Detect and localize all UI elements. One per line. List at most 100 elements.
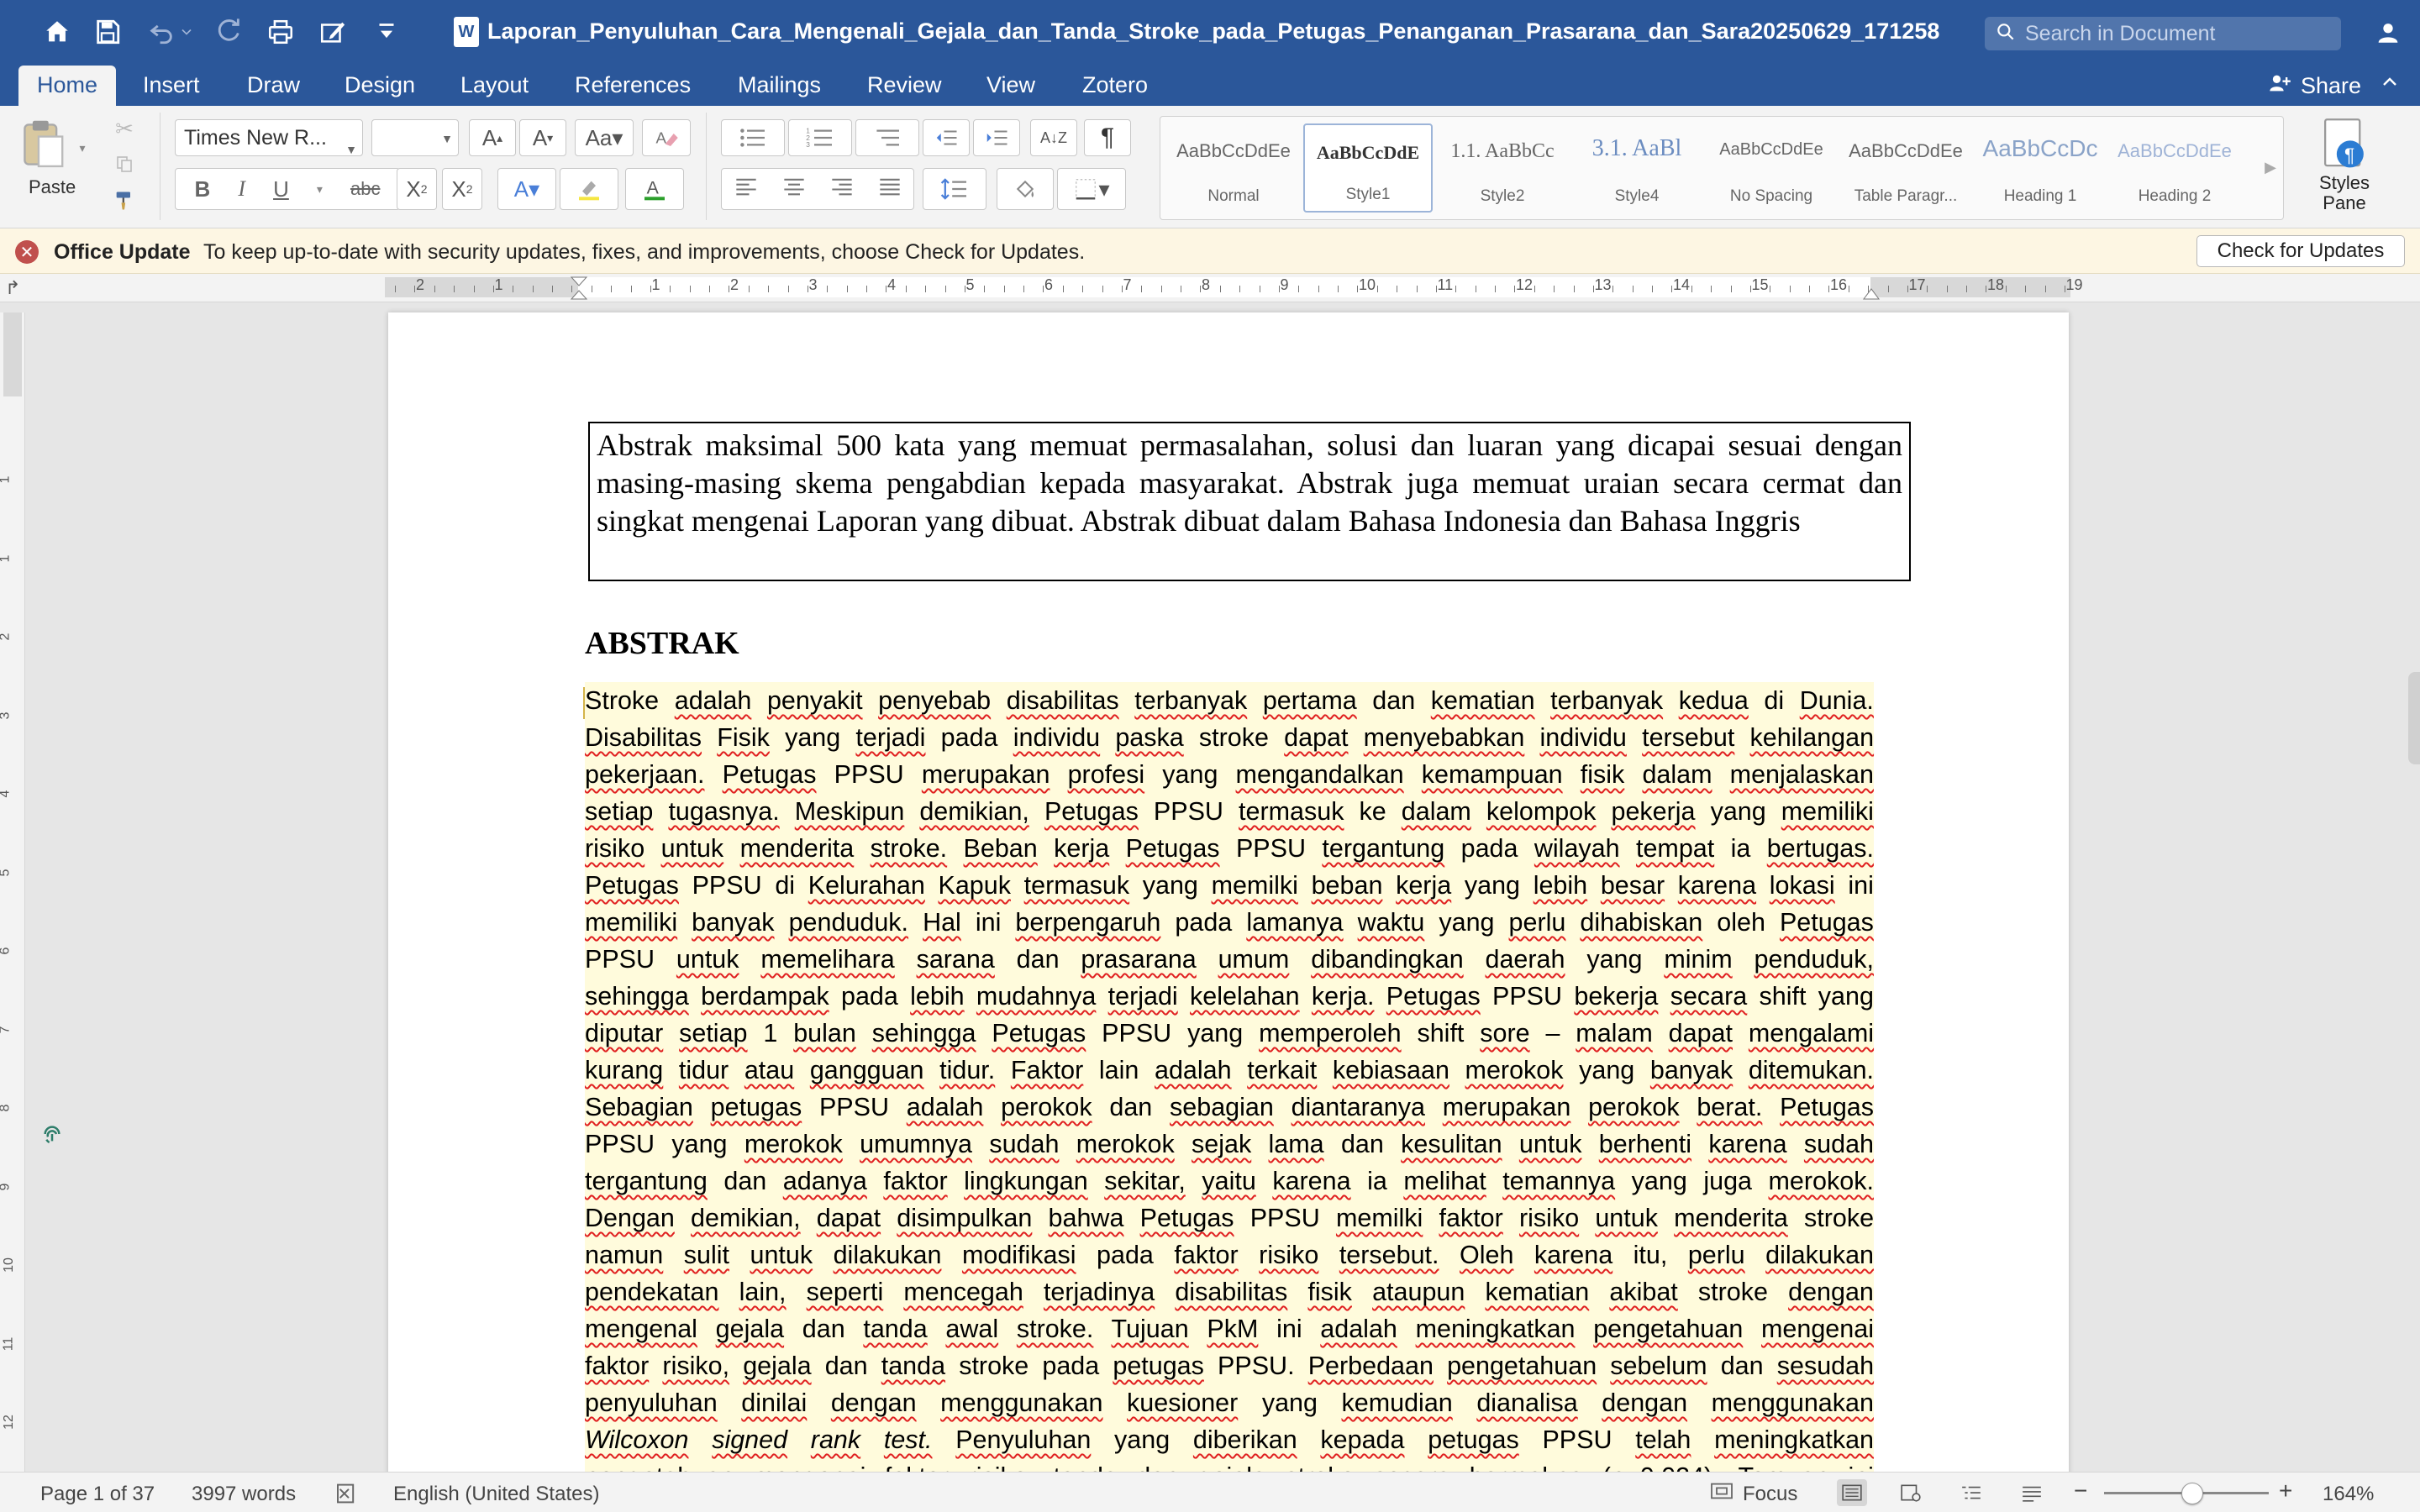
underline-dropdown-icon[interactable]: ▾	[317, 182, 323, 197]
abstract-line[interactable]: PPSU yang merokok umumnya sudah merokok …	[585, 1126, 1874, 1163]
search-input[interactable]	[2025, 21, 2328, 46]
zoom-out-icon[interactable]: −	[2074, 1478, 2087, 1504]
decrease-font-size-icon[interactable]: A ▾	[519, 119, 566, 156]
side-panel-handle[interactable]	[2408, 672, 2420, 764]
align-right-icon[interactable]	[830, 176, 854, 202]
superscript-icon[interactable]: X2	[442, 168, 482, 210]
tab-layout[interactable]: Layout	[442, 66, 547, 106]
print-icon[interactable]	[264, 15, 297, 49]
edit-document-icon[interactable]	[316, 15, 350, 49]
abstract-line[interactable]: setiap tugasnya. Meskipun demikian, Petu…	[585, 793, 1874, 830]
tab-insert[interactable]: Insert	[124, 66, 218, 106]
abstract-line[interactable]: Wilcoxon signed rank test. Penyuluhan ya…	[585, 1421, 1874, 1458]
abstract-line[interactable]: Petugas PPSU di Kelurahan Kapuk termasuk…	[585, 867, 1874, 904]
check-for-updates-button[interactable]: Check for Updates	[2196, 235, 2405, 267]
font-size-select[interactable]: ▼	[371, 119, 459, 156]
bold-icon[interactable]: B	[195, 176, 211, 202]
subscript-icon[interactable]: X2	[397, 168, 437, 210]
italic-icon[interactable]: I	[238, 176, 245, 202]
abstract-line[interactable]: PPSU untuk memelihara sarana dan prasara…	[585, 941, 1874, 978]
abstract-line[interactable]: penyuluhan dinilai dengan menggunakan ku…	[585, 1384, 1874, 1421]
style-table-paragraph[interactable]: AaBbCcDdEe Table Paragr...	[1841, 123, 1970, 213]
abstract-heading[interactable]: ABSTRAK	[585, 625, 739, 662]
abstract-line[interactable]: pengetahuan mengenai faktor risiko, tand…	[585, 1458, 1874, 1472]
tab-review[interactable]: Review	[849, 66, 960, 106]
web-layout-view-icon[interactable]	[1896, 1479, 1926, 1506]
gallery-more-icon[interactable]: ▶	[2265, 159, 2276, 176]
increase-indent-icon[interactable]	[973, 119, 1020, 156]
abstract-line[interactable]: risiko untuk menderita stroke. Beban ker…	[585, 830, 1874, 867]
shading-icon[interactable]	[997, 168, 1054, 210]
focus-button[interactable]: Focus	[1709, 1481, 1797, 1507]
account-icon[interactable]	[2371, 15, 2405, 49]
tab-view[interactable]: View	[968, 66, 1054, 106]
save-icon[interactable]	[91, 15, 124, 49]
word-count[interactable]: 3997 words	[192, 1483, 296, 1506]
underline-icon[interactable]: U	[273, 176, 289, 202]
tab-home[interactable]: Home	[18, 66, 117, 106]
search-box[interactable]	[1985, 17, 2341, 50]
highlight-icon[interactable]	[560, 168, 618, 210]
cut-icon[interactable]: ✂	[108, 113, 141, 144]
print-layout-view-icon[interactable]	[1837, 1479, 1867, 1506]
multilevel-list-icon[interactable]	[855, 119, 919, 156]
abstract-instructions-box[interactable]: Abstrak maksimal 500 kata yang memuat pe…	[588, 422, 1911, 581]
zoom-slider-thumb[interactable]	[2181, 1483, 2203, 1504]
vertical-ruler[interactable]: 112345678910111213	[0, 312, 25, 1508]
share-button[interactable]: Share	[2267, 69, 2361, 102]
justify-icon[interactable]	[878, 176, 902, 202]
tab-design[interactable]: Design	[326, 66, 434, 106]
abstract-line[interactable]: pekerjaan. Petugas PPSU merupakan profes…	[585, 756, 1874, 793]
language-indicator[interactable]: English (United States)	[393, 1483, 599, 1506]
line-spacing-icon[interactable]	[923, 168, 986, 210]
document-canvas[interactable]: Abstrak maksimal 500 kata yang memuat pe…	[25, 302, 2420, 1472]
close-circle-icon[interactable]: ✕	[15, 240, 39, 264]
clear-formatting-icon[interactable]: A	[642, 119, 691, 156]
tab-mailings[interactable]: Mailings	[719, 66, 839, 106]
home-icon[interactable]	[40, 15, 74, 49]
format-painter-icon[interactable]	[108, 185, 141, 217]
tab-zotero[interactable]: Zotero	[1064, 66, 1166, 106]
style-style1[interactable]: AaBbCcDdE Style1	[1303, 123, 1433, 213]
show-formatting-marks-icon[interactable]: ¶	[1084, 119, 1131, 156]
fingerprint-icon[interactable]	[35, 1117, 69, 1151]
abstract-line[interactable]: pendekatan lain, seperti mencegah terjad…	[585, 1273, 1874, 1310]
font-name-select[interactable]: Times New R... ▼	[175, 119, 363, 156]
proofing-icon[interactable]	[334, 1483, 363, 1510]
tab-references[interactable]: References	[556, 66, 709, 106]
customize-toolbar-icon[interactable]	[370, 15, 403, 49]
text-effects-icon[interactable]: A▾	[497, 168, 556, 210]
style-heading-2[interactable]: AaBbCcDdEe Heading 2	[2110, 123, 2239, 213]
collapse-ribbon-icon[interactable]	[2380, 72, 2400, 98]
style-normal[interactable]: AaBbCcDdEe Normal	[1169, 123, 1298, 213]
align-center-icon[interactable]	[782, 176, 806, 202]
abstract-line[interactable]: Stroke adalah penyakit penyebab disabili…	[585, 682, 1874, 719]
tab-selector-icon[interactable]: ↱	[5, 277, 20, 299]
strikethrough-icon[interactable]: abc	[350, 178, 380, 200]
font-color-icon[interactable]: A	[625, 168, 684, 210]
document-page[interactable]: Abstrak maksimal 500 kata yang memuat pe…	[388, 312, 2069, 1472]
undo-dropdown-icon[interactable]	[178, 15, 195, 49]
abstract-line[interactable]: Sebagian petugas PPSU adalah perokok dan…	[585, 1089, 1874, 1126]
change-case-icon[interactable]: Aa▾	[575, 119, 634, 156]
numbering-icon[interactable]: 123	[788, 119, 852, 156]
abstract-body[interactable]: Stroke adalah penyakit penyebab disabili…	[585, 682, 1874, 1472]
abstract-line[interactable]: memiliki banyak penduduk. Hal ini berpen…	[585, 904, 1874, 941]
abstract-line[interactable]: sehingga berdampak pada lebih mudahnya t…	[585, 978, 1874, 1015]
abstract-line[interactable]: tergantung dan adanya faktor lingkungan …	[585, 1163, 1874, 1200]
outline-view-icon[interactable]	[1956, 1479, 1986, 1506]
bullets-icon[interactable]	[721, 119, 785, 156]
style-no-spacing[interactable]: AaBbCcDdEe No Spacing	[1707, 123, 1836, 213]
borders-icon[interactable]: ▾	[1057, 168, 1126, 210]
increase-font-size-icon[interactable]: A ▴	[469, 119, 516, 156]
decrease-indent-icon[interactable]	[923, 119, 970, 156]
abstract-line[interactable]: faktor risiko, gejala dan tanda stroke p…	[585, 1347, 1874, 1384]
abstract-line[interactable]: diputar setiap 1 bulan sehingga Petugas …	[585, 1015, 1874, 1052]
zoom-level[interactable]: 164%	[2323, 1483, 2374, 1506]
horizontal-ruler[interactable]: ↱ 2 1 1 2 3 4 5 6 7 8 9 10 11 12 13 14 15 16 17 18 19	[0, 274, 2420, 302]
draft-view-icon[interactable]	[2017, 1479, 2047, 1506]
abstract-line[interactable]: kurang tidur atau gangguan tidur. Faktor…	[585, 1052, 1874, 1089]
sort-icon[interactable]: A↓Z	[1030, 119, 1077, 156]
styles-pane-button[interactable]: ¶ Styles Pane	[2307, 114, 2381, 223]
tab-draw[interactable]: Draw	[229, 66, 318, 106]
